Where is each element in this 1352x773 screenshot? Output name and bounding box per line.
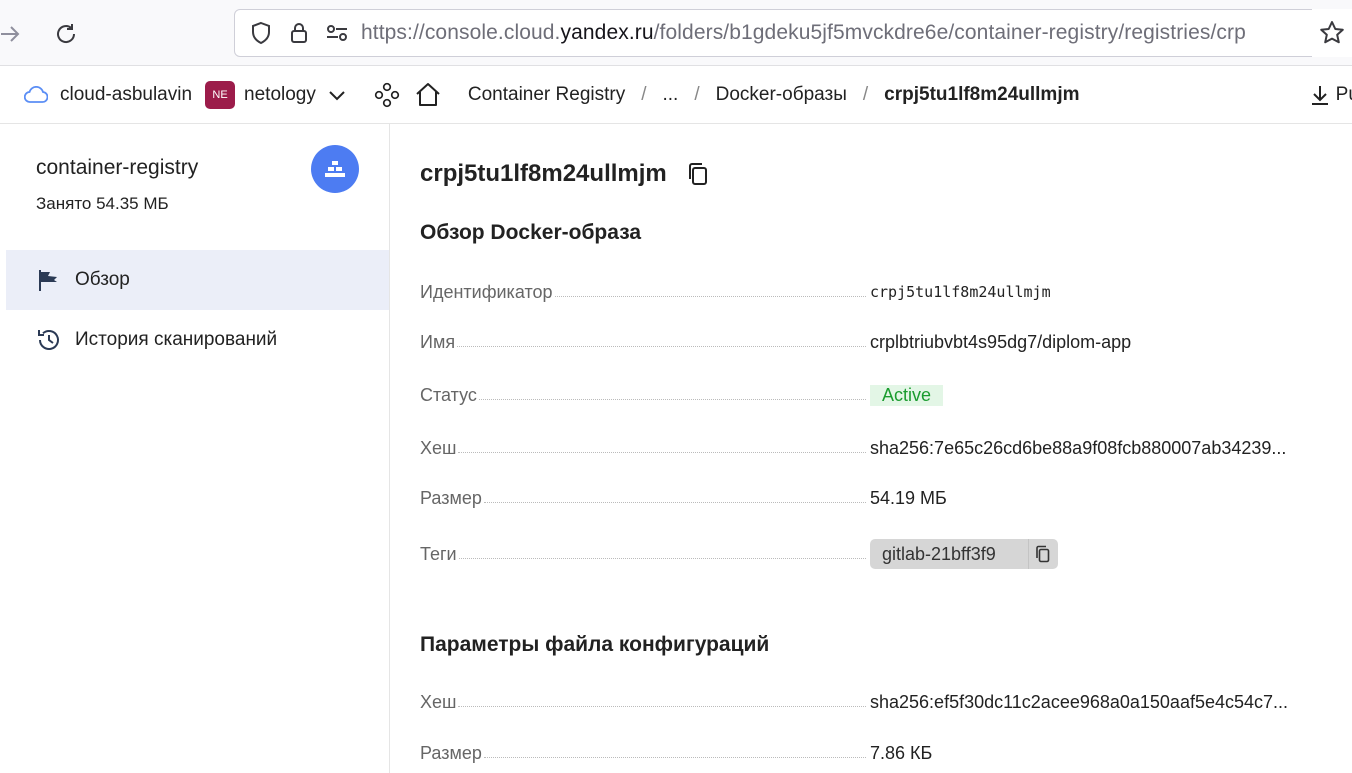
tag-chip: gitlab-21bff3f9 bbox=[870, 539, 1058, 569]
hash-row: Хеш sha256:7e65c26cd6be88a9f08fcb880007a… bbox=[420, 433, 1320, 463]
page-title: crpj5tu1lf8m24ullmjm bbox=[420, 160, 711, 188]
app-header: cloud-asbulavin NE netology Container Re… bbox=[0, 66, 1352, 124]
hash-value: sha256:7e65c26cd6be88a9f08fcb880007ab342… bbox=[870, 437, 1287, 458]
size-row: Размер 54.19 МБ bbox=[420, 483, 1320, 513]
address-bar[interactable]: https://console.cloud.yandex.ru/folders/… bbox=[234, 9, 1352, 57]
breadcrumb-ellipsis[interactable]: ... bbox=[663, 84, 679, 106]
config-hash-row: Хеш sha256:ef5f30dc11c2acee968a0a150aaf5… bbox=[420, 687, 1320, 717]
tags-label: Теги bbox=[420, 543, 457, 564]
sidebar: container-registry Занято 54.35 МБ Обзор… bbox=[6, 124, 390, 773]
config-hash-value: sha256:ef5f30dc11c2acee968a0a150aaf5e4c5… bbox=[870, 691, 1289, 712]
id-row: Идентификатор crpj5tu1lf8m24ullmjm bbox=[420, 277, 1320, 307]
lock-icon[interactable] bbox=[285, 19, 313, 47]
sidebar-item-scan-history[interactable]: История сканирований bbox=[6, 310, 389, 370]
pull-command-label: Pull-к bbox=[1335, 84, 1352, 105]
id-label: Идентификатор bbox=[420, 281, 553, 302]
pull-command-button[interactable]: Pull-к bbox=[1310, 66, 1352, 124]
copy-icon[interactable] bbox=[1027, 539, 1058, 569]
config-size-row: Размер 7.86 КБ bbox=[420, 738, 1320, 768]
hash-label: Хеш bbox=[420, 437, 457, 458]
breadcrumb-separator: / bbox=[862, 83, 869, 105]
folder-name: netology bbox=[244, 83, 316, 105]
reload-icon[interactable] bbox=[50, 18, 82, 50]
registry-service-icon bbox=[311, 145, 359, 193]
tags-row: Теги gitlab-21bff3f9 bbox=[420, 539, 1320, 569]
cloud-icon bbox=[24, 85, 48, 104]
breadcrumb-current: crpj5tu1lf8m24ullmjm bbox=[884, 83, 1080, 105]
forward-icon[interactable] bbox=[0, 18, 26, 50]
breadcrumb-container-registry[interactable]: Container Registry bbox=[468, 84, 625, 106]
config-heading: Параметры файла конфигураций bbox=[420, 633, 770, 656]
size-label: Размер bbox=[420, 487, 482, 508]
config-hash-label: Хеш bbox=[420, 691, 457, 712]
browser-toolbar: https://console.cloud.yandex.ru/folders/… bbox=[0, 0, 1352, 66]
history-icon bbox=[36, 327, 62, 353]
tag-text: gitlab-21bff3f9 bbox=[882, 543, 996, 564]
overview-heading: Обзор Docker-образа bbox=[420, 221, 642, 244]
name-row: Имя crplbtriubvbt4s95dg7/diplom-app bbox=[420, 327, 1320, 357]
url-text[interactable]: https://console.cloud.yandex.ru/folders/… bbox=[361, 21, 1246, 45]
bookmark-star-icon[interactable] bbox=[1312, 9, 1352, 57]
sidebar-item-overview[interactable]: Обзор bbox=[6, 250, 389, 310]
breadcrumb-separator: / bbox=[641, 83, 647, 105]
main-content: crpj5tu1lf8m24ullmjm Обзор Docker-образа… bbox=[390, 124, 1352, 773]
id-value: crpj5tu1lf8m24ullmjm bbox=[870, 283, 1051, 301]
config-size-value: 7.86 КБ bbox=[870, 742, 933, 763]
status-row: Статус Active bbox=[420, 380, 1320, 410]
status-label: Статус bbox=[420, 384, 477, 405]
name-value: crplbtriubvbt4s95dg7/diplom-app bbox=[870, 331, 1132, 352]
copy-icon[interactable] bbox=[685, 161, 711, 187]
chevron-down-icon[interactable] bbox=[328, 89, 346, 101]
flag-icon bbox=[36, 267, 62, 293]
home-icon[interactable] bbox=[414, 81, 442, 109]
site-settings-icon[interactable] bbox=[323, 19, 351, 47]
cloud-selector[interactable]: cloud-asbulavin bbox=[24, 84, 192, 106]
image-id-title: crpj5tu1lf8m24ullmjm bbox=[420, 160, 667, 187]
sidebar-item-label: Обзор bbox=[75, 269, 130, 290]
sidebar-item-label: История сканирований bbox=[75, 329, 278, 350]
breadcrumb-docker-images[interactable]: Docker-образы bbox=[716, 84, 847, 106]
status-badge: Active bbox=[870, 384, 944, 406]
folder-badge: NE bbox=[205, 80, 236, 109]
config-size-label: Размер bbox=[420, 742, 482, 763]
breadcrumb: Container Registry / ... / Docker-образы… bbox=[468, 84, 1080, 106]
name-label: Имя bbox=[420, 331, 456, 352]
services-icon[interactable] bbox=[374, 82, 400, 108]
folder-selector[interactable]: NE netology bbox=[205, 80, 346, 109]
breadcrumb-separator: / bbox=[694, 83, 700, 105]
registry-info: container-registry Занято 54.35 МБ bbox=[6, 124, 389, 250]
size-value: 54.19 МБ bbox=[870, 487, 947, 508]
registry-usage: Занято 54.35 МБ bbox=[36, 194, 169, 213]
download-icon bbox=[1310, 84, 1330, 106]
shield-icon[interactable] bbox=[247, 19, 275, 47]
cloud-name: cloud-asbulavin bbox=[60, 83, 193, 105]
